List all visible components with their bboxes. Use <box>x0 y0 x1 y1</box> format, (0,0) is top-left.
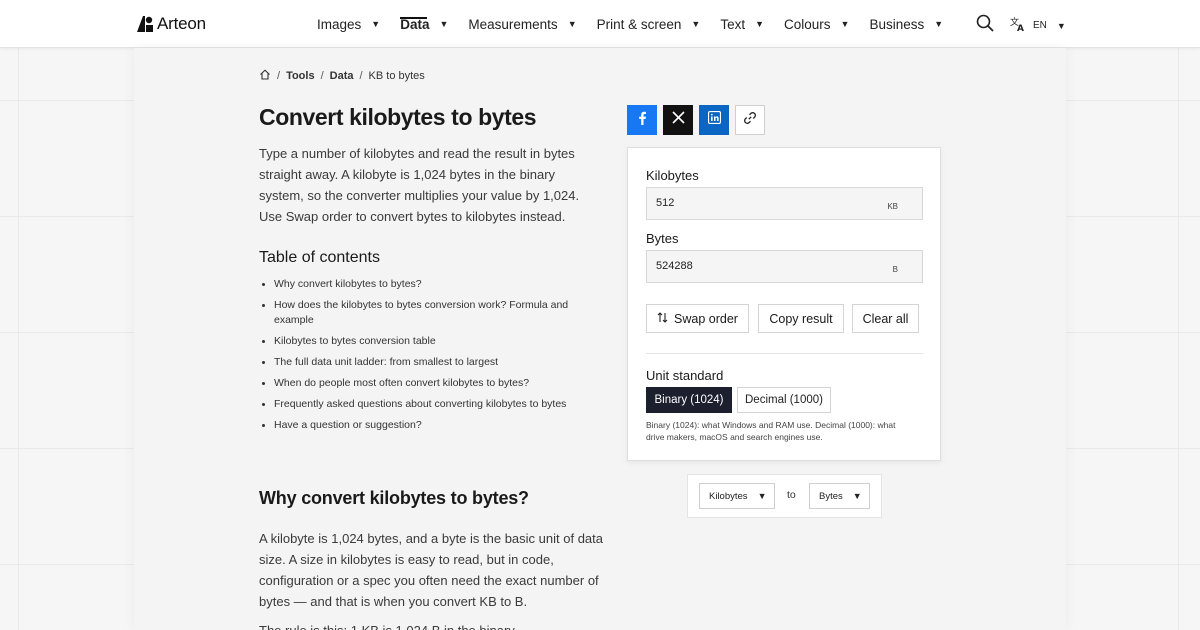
nav-label: Print & screen <box>596 16 682 32</box>
section-paragraph-next: The rule is this: 1 KB is 1,024 B in the… <box>259 620 604 630</box>
swap-icon <box>657 311 668 326</box>
chevron-down-icon: ▼ <box>757 491 767 501</box>
main-nav: Images ▼ Data ▼ Measurements ▼ Print & s… <box>317 0 963 48</box>
bytes-label: Bytes <box>646 231 679 246</box>
translate-icon: 文 A <box>1010 16 1027 35</box>
swap-order-label: Swap order <box>674 311 738 326</box>
nav-item-measurements[interactable]: Measurements ▼ <box>468 0 576 48</box>
binary-standard-option[interactable]: Binary (1024) <box>646 387 732 413</box>
language-switcher[interactable]: 文 A EN ▼ <box>1010 16 1066 35</box>
breadcrumb-tools[interactable]: Tools <box>286 70 315 82</box>
toc-item[interactable]: How does the kilobytes to bytes conversi… <box>262 298 604 328</box>
toc-item[interactable]: Frequently asked questions about convert… <box>262 397 604 412</box>
bytes-input[interactable] <box>656 260 856 272</box>
header-tools: 文 A EN ▼ <box>976 14 1066 37</box>
chevron-down-icon: ▼ <box>371 19 381 29</box>
chevron-down-icon: ▼ <box>852 491 862 501</box>
chevron-down-icon: ▼ <box>755 19 765 29</box>
link-icon <box>743 111 757 130</box>
swap-order-button[interactable]: Swap order <box>646 304 749 333</box>
table-of-contents: Why convert kilobytes to bytes? How does… <box>262 277 604 439</box>
share-linkedin-button[interactable] <box>699 105 729 135</box>
breadcrumb-current: KB to bytes <box>368 70 425 82</box>
to-unit-select[interactable]: Bytes ▼ <box>809 483 870 509</box>
nav-item-business[interactable]: Business ▼ <box>869 0 943 48</box>
to-unit-value: Bytes <box>819 490 843 502</box>
nav-label: Colours <box>784 16 831 32</box>
decimal-standard-option[interactable]: Decimal (1000) <box>737 387 831 413</box>
clear-all-button[interactable]: Clear all <box>852 304 919 333</box>
language-code: EN <box>1033 20 1047 31</box>
copy-result-button[interactable]: Copy result <box>758 304 844 333</box>
unit-selector: Kilobytes ▼ to Bytes ▼ <box>687 474 882 518</box>
chevron-down-icon: ▼ <box>1056 20 1066 31</box>
toc-item[interactable]: Kilobytes to bytes conversion table <box>262 334 604 349</box>
toc-item[interactable]: Why convert kilobytes to bytes? <box>262 277 604 292</box>
from-unit-value: Kilobytes <box>709 490 748 502</box>
chevron-down-icon: ▼ <box>934 19 944 29</box>
top-navigation: Arteon Images ▼ Data ▼ Measurements ▼ Pr… <box>0 0 1200 48</box>
nav-item-colours[interactable]: Colours ▼ <box>784 0 849 48</box>
share-buttons <box>627 105 765 135</box>
bytes-unit: B <box>892 265 898 274</box>
x-icon <box>671 111 685 129</box>
unit-standard-note: Binary (1024): what Windows and RAM use.… <box>646 420 896 442</box>
copy-link-button[interactable] <box>735 105 765 135</box>
nav-label: Text <box>720 16 746 32</box>
search-icon[interactable] <box>976 14 994 37</box>
nav-item-print-screen[interactable]: Print & screen ▼ <box>597 0 701 48</box>
kilobytes-field[interactable]: KB <box>646 187 923 220</box>
svg-text:A: A <box>1017 24 1024 32</box>
brand-logo[interactable]: Arteon <box>137 14 206 34</box>
section-heading: Why convert kilobytes to bytes? <box>259 488 529 508</box>
toc-item[interactable]: The full data unit ladder: from smallest… <box>262 355 604 370</box>
linkedin-icon <box>707 110 721 129</box>
logo-icon <box>137 16 153 32</box>
converter-card: Kilobytes KB Bytes B Swap order Copy res… <box>627 147 941 461</box>
breadcrumb-separator: / <box>277 70 281 82</box>
page-title: Convert kilobytes to bytes <box>259 104 537 130</box>
toc-item[interactable]: Have a question or suggestion? <box>262 418 604 433</box>
kilobytes-label: Kilobytes <box>646 168 699 183</box>
nav-label: Business <box>869 16 925 32</box>
chevron-down-icon: ▼ <box>439 19 449 29</box>
unit-standard-label: Unit standard <box>646 368 724 383</box>
card-divider <box>646 353 923 354</box>
selector-connector: to <box>787 489 796 501</box>
nav-item-images[interactable]: Images ▼ <box>317 0 380 48</box>
chevron-down-icon: ▼ <box>567 19 577 29</box>
toc-title: Table of contents <box>259 249 380 266</box>
facebook-icon <box>637 111 647 130</box>
chevron-down-icon: ▼ <box>691 19 701 29</box>
share-x-button[interactable] <box>663 105 693 135</box>
kilobytes-input[interactable] <box>656 197 856 209</box>
brand-name: Arteon <box>157 14 206 33</box>
breadcrumb-data[interactable]: Data <box>330 70 354 82</box>
from-unit-select[interactable]: Kilobytes ▼ <box>699 483 775 509</box>
nav-item-text[interactable]: Text ▼ <box>720 0 764 48</box>
kilobytes-unit: KB <box>887 202 898 211</box>
nav-item-data[interactable]: Data ▼ <box>400 0 448 48</box>
breadcrumb-separator: / <box>320 70 324 82</box>
nav-label: Measurements <box>468 16 558 32</box>
home-icon[interactable] <box>259 69 271 83</box>
nav-label: Data <box>400 16 430 32</box>
toc-item[interactable]: When do people most often convert kiloby… <box>262 376 604 391</box>
bytes-field[interactable]: B <box>646 250 923 283</box>
intro-text: Type a number of kilobytes and read the … <box>259 146 580 224</box>
breadcrumb-separator: / <box>359 70 363 82</box>
share-facebook-button[interactable] <box>627 105 657 135</box>
nav-label: Images <box>317 16 362 32</box>
chevron-down-icon: ▼ <box>840 19 850 29</box>
breadcrumb: / Tools / Data / KB to bytes <box>259 69 425 83</box>
section-paragraph: A kilobyte is 1,024 bytes, and a byte is… <box>259 531 603 609</box>
